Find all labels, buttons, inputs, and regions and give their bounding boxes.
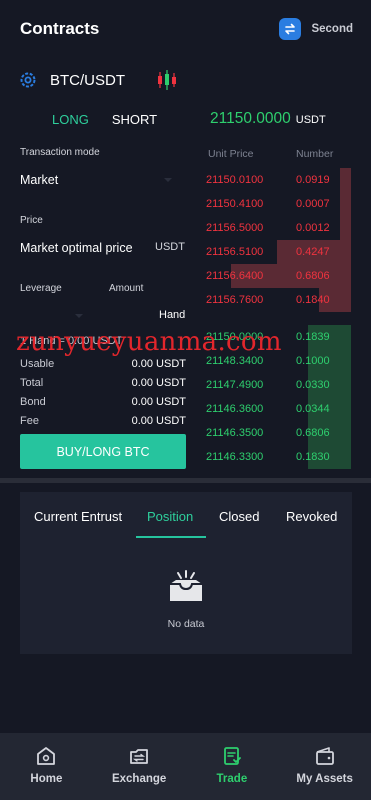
amount-unit: Hand xyxy=(159,309,186,321)
depth-bar xyxy=(340,168,351,192)
ask-row[interactable]: 21150.4100 0.0007 xyxy=(196,192,371,216)
summary-value: 0.00 USDT xyxy=(131,396,186,408)
orders-panel: Current Entrust Position Closed Revoked … xyxy=(20,492,352,654)
leverage-label: Leverage xyxy=(20,283,62,294)
tab-long[interactable]: LONG xyxy=(52,112,89,127)
chevron-down-icon[interactable] xyxy=(164,178,172,182)
order-price: 21156.5000 xyxy=(206,222,264,234)
bid-row[interactable]: 21146.3600 0.0344 xyxy=(196,397,371,421)
swap-icon[interactable] xyxy=(279,18,302,40)
order-price: 21150.4100 xyxy=(206,198,264,210)
bid-row[interactable]: 21147.4900 0.0330 xyxy=(196,373,371,397)
order-number: 0.0012 xyxy=(296,222,330,234)
second-mode-switch[interactable]: Second xyxy=(279,18,353,40)
order-number: 0.6806 xyxy=(296,270,330,282)
summary-label: Bond xyxy=(20,396,46,408)
summary-label: Fee xyxy=(20,415,39,427)
order-price: 21156.6400 xyxy=(206,270,264,282)
price-unit: USDT xyxy=(155,241,185,253)
order-book-price-header: Unit Price xyxy=(208,148,254,160)
tab-position[interactable]: Position xyxy=(147,509,193,524)
candlestick-icon[interactable] xyxy=(155,68,179,92)
trade-icon[interactable] xyxy=(221,745,243,767)
buy-long-button[interactable]: BUY/LONG BTC xyxy=(20,434,186,469)
transaction-mode-select[interactable]: Market xyxy=(20,173,58,187)
tab-current-entrust[interactable]: Current Entrust xyxy=(34,509,122,524)
order-price: 21150.0100 xyxy=(206,174,264,186)
ask-row[interactable]: 21150.0100 0.0919 xyxy=(196,168,371,192)
price-label: Price xyxy=(20,215,43,226)
order-number: 0.0344 xyxy=(296,403,330,415)
order-price: 21146.3500 xyxy=(206,427,264,439)
order-price: 21146.3300 xyxy=(206,451,264,463)
ask-row[interactable]: 21156.5000 0.0012 xyxy=(196,216,371,240)
exchange-icon[interactable] xyxy=(128,745,150,767)
bid-row[interactable]: 21146.3500 0.6806 xyxy=(196,421,371,445)
leverage-dropdown-icon[interactable] xyxy=(75,314,83,318)
order-price: 21156.5100 xyxy=(206,246,264,258)
order-price: 21146.3600 xyxy=(206,403,264,415)
order-number: 0.6806 xyxy=(296,427,330,439)
order-number: 0.0919 xyxy=(296,174,330,186)
order-number: 0.0007 xyxy=(296,198,330,210)
tab-closed[interactable]: Closed xyxy=(219,509,259,524)
nav-label[interactable]: Exchange xyxy=(112,773,166,785)
last-price-value: 21150.0000 xyxy=(210,110,291,127)
depth-bar xyxy=(340,192,351,216)
watermark: zunyueyuanma.com xyxy=(16,327,282,357)
depth-bar xyxy=(340,216,351,240)
active-tab-underline xyxy=(136,536,206,538)
tab-short[interactable]: SHORT xyxy=(112,112,157,127)
last-price-unit: USDT xyxy=(295,114,326,126)
order-price: 21156.7600 xyxy=(206,294,264,306)
side-tabs: LONG SHORT xyxy=(52,112,157,127)
nav-home[interactable]: Home xyxy=(0,733,93,800)
amount-label: Amount xyxy=(109,283,144,294)
second-label[interactable]: Second xyxy=(311,23,353,35)
nav-label[interactable]: My Assets xyxy=(296,773,352,785)
empty-inbox-icon xyxy=(170,570,202,601)
nav-my-assets[interactable]: My Assets xyxy=(278,733,371,800)
nav-label[interactable]: Trade xyxy=(217,773,248,785)
transaction-mode-label: Transaction mode xyxy=(20,147,100,158)
no-data-text: No data xyxy=(167,618,205,630)
price-input[interactable]: Market optimal price xyxy=(20,241,133,255)
page-title: Contracts xyxy=(20,19,100,38)
summary-total: Total 0.00 USDT xyxy=(20,377,186,389)
nav-exchange[interactable]: Exchange xyxy=(93,733,186,800)
order-number: 0.1000 xyxy=(296,355,330,367)
order-number: 0.0330 xyxy=(296,379,330,391)
order-number: 0.1839 xyxy=(296,331,330,343)
wallet-icon[interactable] xyxy=(314,745,336,767)
home-icon[interactable] xyxy=(35,745,57,767)
section-divider xyxy=(0,478,371,483)
ask-row[interactable]: 21156.6400 0.6806 xyxy=(196,264,371,288)
orders-tabs: Current Entrust Position Closed Revoked xyxy=(20,492,352,538)
summary-usable: Usable 0.00 USDT xyxy=(20,358,186,370)
gear-icon[interactable] xyxy=(18,70,38,90)
order-book-number-header: Number xyxy=(296,148,334,160)
summary-label: Total xyxy=(20,377,44,389)
last-price: 21150.0000 USDT xyxy=(210,110,326,128)
nav-trade[interactable]: Trade xyxy=(186,733,279,800)
bid-row[interactable]: 21146.3300 0.1830 xyxy=(196,445,371,469)
order-number: 0.1830 xyxy=(296,451,330,463)
summary-label: Usable xyxy=(20,358,55,370)
order-price: 21147.4900 xyxy=(206,379,264,391)
tab-revoked[interactable]: Revoked xyxy=(286,509,337,524)
summary-value: 0.00 USDT xyxy=(131,358,186,370)
summary-fee: Fee 0.00 USDT xyxy=(20,415,186,427)
summary-value: 0.00 USDT xyxy=(131,415,186,427)
nav-label[interactable]: Home xyxy=(30,773,62,785)
order-number: 0.4247 xyxy=(296,246,330,258)
pair-selector[interactable]: BTC/USDT xyxy=(18,66,179,94)
bottom-nav: Home Exchange Trade My Assets xyxy=(0,733,371,800)
summary-bond: Bond 0.00 USDT xyxy=(20,396,186,408)
ask-row[interactable]: 21156.5100 0.4247 xyxy=(196,240,371,264)
summary-value: 0.00 USDT xyxy=(131,377,186,389)
order-number: 0.1840 xyxy=(296,294,330,306)
pair-symbol[interactable]: BTC/USDT xyxy=(50,72,125,89)
top-bar: Contracts Second xyxy=(0,0,371,58)
ask-row[interactable]: 21156.7600 0.1840 xyxy=(196,288,371,312)
